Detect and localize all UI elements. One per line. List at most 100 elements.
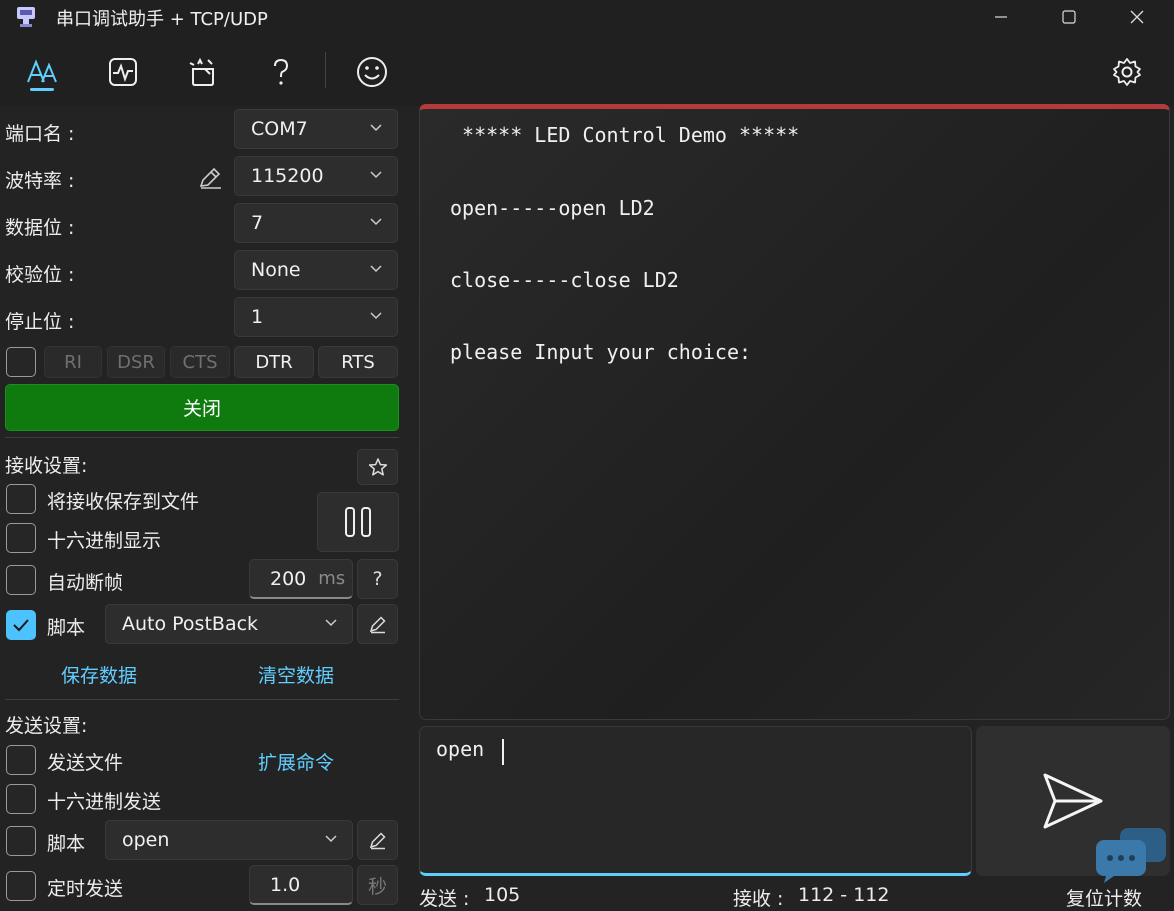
- edit-send-script-button[interactable]: [357, 820, 398, 860]
- dtr-toggle[interactable]: DTR: [234, 346, 314, 378]
- minimize-button[interactable]: [966, 0, 1036, 34]
- chevron-down-icon: [370, 171, 382, 179]
- baud-label: 波特率 :: [5, 170, 75, 192]
- favorite-button[interactable]: [357, 449, 398, 485]
- send-script-value: open: [122, 829, 170, 851]
- feedback-button[interactable]: [349, 50, 395, 94]
- extended-command-link[interactable]: 扩展命令: [258, 748, 334, 775]
- toolbar: [0, 34, 1174, 106]
- send-file-checkbox[interactable]: [6, 745, 36, 775]
- close-icon: [1130, 10, 1144, 24]
- chevron-down-icon: [370, 312, 382, 320]
- rts-toggle[interactable]: RTS: [318, 346, 398, 378]
- interval-unit: 秒: [357, 865, 398, 905]
- toolbar-separator: [325, 52, 326, 88]
- auto-frame-label: 自动断帧: [47, 572, 124, 594]
- databits-label: 数据位 :: [5, 217, 75, 239]
- signals-checkbox[interactable]: [6, 347, 36, 377]
- send-settings-title: 发送设置:: [5, 715, 88, 737]
- auto-frame-checkbox[interactable]: [6, 565, 36, 595]
- chevron-down-icon: [325, 835, 337, 843]
- save-to-file-checkbox[interactable]: [6, 484, 36, 514]
- receive-settings-title: 接收设置:: [5, 455, 88, 477]
- sent-count-label: 发送 :: [419, 888, 470, 910]
- stopbits-label: 停止位 :: [5, 311, 75, 333]
- settings-button[interactable]: [1104, 50, 1150, 94]
- send-script-select[interactable]: open: [105, 820, 353, 860]
- receive-script-label: 脚本: [47, 617, 86, 639]
- stopbits-select[interactable]: 1: [234, 297, 398, 337]
- receive-script-checkbox[interactable]: [6, 610, 36, 640]
- edit-receive-script-button[interactable]: [357, 604, 398, 644]
- hex-display-checkbox[interactable]: [6, 523, 36, 553]
- text-cursor: [502, 739, 504, 765]
- parity-value: None: [251, 259, 301, 281]
- frame-ms-unit: ms: [318, 568, 346, 589]
- window-title: 串口调试助手 + TCP/UDP: [56, 9, 268, 30]
- dsr-signal: DSR: [107, 346, 165, 378]
- chevron-down-icon: [370, 218, 382, 226]
- minimize-icon: [995, 16, 1007, 18]
- waveform-button[interactable]: [100, 50, 146, 94]
- interval-input[interactable]: 1.0: [249, 865, 353, 905]
- maximize-button[interactable]: [1034, 0, 1104, 34]
- databits-value: 7: [251, 212, 264, 234]
- help-button[interactable]: [258, 50, 304, 94]
- port-label: 端口名 :: [5, 123, 75, 145]
- close-port-button[interactable]: 关闭: [5, 384, 399, 431]
- help-icon: [274, 58, 289, 85]
- pulse-icon: [109, 58, 137, 86]
- send-script-checkbox[interactable]: [6, 826, 36, 856]
- frame-ms-value: 200: [270, 567, 307, 590]
- chevron-down-icon: [370, 124, 382, 132]
- terminal-line: close-----close LD2: [450, 268, 679, 292]
- text-font-icon: [27, 59, 57, 83]
- cts-signal: CTS: [170, 346, 230, 378]
- send-arrow-icon: [1043, 773, 1103, 829]
- clear-data-link[interactable]: 清空数据: [258, 661, 334, 688]
- recv-count-value: 112 - 112: [798, 884, 890, 906]
- edit-baud-button[interactable]: [197, 166, 223, 195]
- send-input[interactable]: open: [419, 726, 972, 876]
- hex-display-label: 十六进制显示: [47, 530, 162, 552]
- parity-select[interactable]: None: [234, 250, 398, 290]
- frame-ms-input[interactable]: 200 ms: [249, 559, 353, 599]
- star-icon: [368, 458, 387, 476]
- magic-icon: [189, 57, 214, 86]
- divider: [5, 699, 399, 700]
- receive-script-select[interactable]: Auto PostBack: [105, 604, 353, 644]
- baud-select[interactable]: 115200: [234, 156, 398, 196]
- close-window-button[interactable]: [1102, 0, 1172, 34]
- frame-help-button[interactable]: ?: [357, 559, 398, 599]
- hex-send-checkbox[interactable]: [6, 784, 36, 814]
- save-data-link[interactable]: 保存数据: [61, 661, 137, 688]
- app-icon: [14, 5, 38, 29]
- interval-value: 1.0: [270, 873, 301, 896]
- timed-send-checkbox[interactable]: [6, 871, 36, 901]
- smiley-icon: [357, 57, 387, 87]
- terminal-line: please Input your choice:: [450, 340, 752, 364]
- port-value: COM7: [251, 118, 308, 140]
- chevron-down-icon: [370, 265, 382, 273]
- pen-icon: [369, 616, 386, 634]
- databits-select[interactable]: 7: [234, 203, 398, 243]
- pen-icon: [199, 167, 221, 189]
- baud-value: 115200: [251, 165, 324, 187]
- stopbits-value: 1: [251, 306, 264, 328]
- send-file-label: 发送文件: [47, 752, 124, 774]
- hex-send-label: 十六进制发送: [47, 791, 162, 813]
- check-icon: [13, 619, 29, 632]
- receive-terminal[interactable]: ***** LED Control Demo ***** open-----op…: [419, 104, 1170, 720]
- sent-count-value: 105: [484, 884, 521, 906]
- port-select[interactable]: COM7: [234, 109, 398, 149]
- send-script-label: 脚本: [47, 833, 86, 855]
- parity-label: 校验位 :: [5, 264, 75, 286]
- divider: [5, 437, 399, 438]
- pause-button[interactable]: [317, 492, 399, 552]
- tools-button[interactable]: [180, 50, 226, 94]
- chat-icon: [1094, 826, 1168, 889]
- receive-script-value: Auto PostBack: [122, 613, 259, 635]
- ri-signal: RI: [44, 346, 102, 378]
- active-tab-indicator: [30, 88, 54, 91]
- reset-count-link[interactable]: 复位计数: [1066, 884, 1142, 911]
